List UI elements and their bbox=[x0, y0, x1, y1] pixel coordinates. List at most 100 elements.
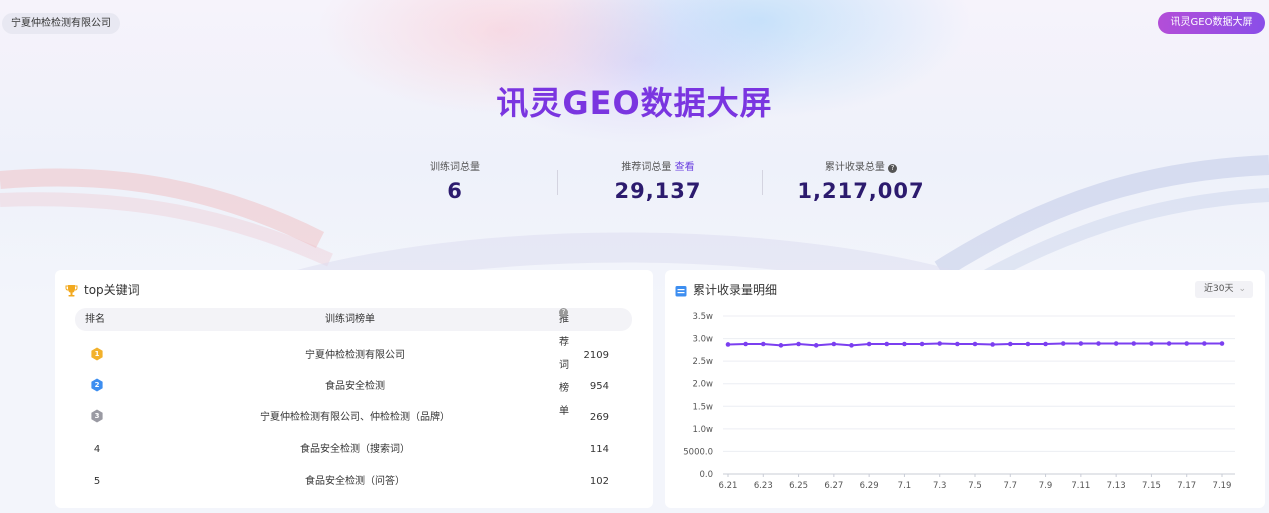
y-tick-label: 1.0w bbox=[693, 425, 714, 435]
col-rank: 排名 bbox=[85, 314, 105, 325]
stat-total-indexed: 累计收录总量 ? 1,217,007 bbox=[771, 161, 951, 203]
company-tag: 宁夏仲检检测有限公司 bbox=[2, 13, 120, 34]
trophy-icon bbox=[65, 285, 78, 297]
data-point bbox=[902, 341, 907, 347]
data-point bbox=[955, 341, 960, 347]
data-screen-button[interactable]: 讯灵GEO数据大屏 bbox=[1158, 12, 1265, 34]
y-tick-label: 5000.0 bbox=[683, 447, 713, 457]
page-title: 讯灵GEO数据大屏 bbox=[496, 84, 773, 122]
keyword-count: 102 bbox=[589, 476, 609, 487]
data-point bbox=[1219, 341, 1225, 346]
keyword-name: 食品安全检测（问答） bbox=[305, 476, 405, 487]
x-tick-label: 6.21 bbox=[719, 481, 738, 491]
data-point bbox=[778, 343, 784, 348]
data-point bbox=[972, 341, 978, 347]
stat-label-text: 累计收录总量 bbox=[824, 162, 885, 173]
stat-recommended-words: 推荐词总量 查看 29,137 bbox=[568, 161, 748, 203]
stat-label-text: 推荐词总量 bbox=[621, 162, 672, 173]
x-tick-label: 7.17 bbox=[1177, 481, 1196, 491]
table-row: 1 宁夏仲检检测有限公司 2109 bbox=[75, 340, 632, 371]
rank-cell: 1 bbox=[87, 340, 107, 371]
card-title: top关键词 bbox=[65, 282, 140, 298]
data-point bbox=[937, 341, 943, 346]
data-point bbox=[1078, 341, 1084, 346]
x-tick-label: 7.11 bbox=[1071, 481, 1090, 491]
data-point bbox=[813, 343, 819, 348]
table-row: 4 食品安全检测（搜索词） 114 bbox=[75, 434, 632, 465]
y-tick-label: 3.5w bbox=[693, 312, 714, 322]
data-point bbox=[1166, 341, 1172, 346]
rank-cell: 5 bbox=[93, 476, 101, 487]
indexed-detail-card: 累计收录量明细 近30天 ⌄ 0.0 5000.0 1.0w 1.5w 2.0w 2.5w… bbox=[665, 270, 1265, 508]
stat-training-words: 训练词总量 6 bbox=[365, 161, 545, 203]
help-icon[interactable]: ? bbox=[888, 164, 898, 173]
stat-divider bbox=[557, 170, 558, 195]
stat-label: 推荐词总量 查看 bbox=[568, 161, 748, 175]
x-tick-label: 6.29 bbox=[860, 481, 879, 491]
hero-background bbox=[0, 0, 1269, 300]
x-tick-label: 7.5 bbox=[968, 481, 982, 491]
keyword-name: 宁夏仲检检测有限公司 bbox=[305, 350, 405, 361]
rank-cell: 4 bbox=[93, 444, 101, 455]
gold-medal-icon: 1 bbox=[90, 347, 104, 361]
data-point bbox=[1096, 341, 1101, 346]
keyword-name: 食品安全检测（搜索词） bbox=[300, 444, 410, 455]
data-point bbox=[849, 343, 854, 348]
rank-cell: 3 bbox=[87, 402, 107, 433]
silver-medal-icon: 3 bbox=[90, 409, 104, 423]
data-point bbox=[1007, 341, 1013, 347]
x-tick-label: 7.3 bbox=[933, 481, 947, 491]
x-tick-label: 7.15 bbox=[1142, 481, 1161, 491]
help-icon[interactable]: ? bbox=[559, 308, 568, 317]
x-tick-label: 7.9 bbox=[1039, 481, 1053, 491]
keyword-count: 269 bbox=[589, 412, 609, 423]
data-point bbox=[1131, 341, 1137, 346]
y-tick-label: 1.5w bbox=[693, 402, 714, 412]
data-point bbox=[1060, 341, 1066, 346]
data-point bbox=[743, 341, 748, 347]
y-tick-label: 2.0w bbox=[693, 380, 714, 390]
data-point bbox=[990, 342, 995, 347]
keyword-count: 954 bbox=[589, 381, 609, 392]
data-point bbox=[831, 341, 837, 347]
keyword-count: 114 bbox=[589, 444, 609, 455]
stat-divider bbox=[762, 170, 763, 195]
data-point bbox=[796, 341, 801, 347]
top-keywords-card: top关键词 排名 训练词榜单 推荐词榜单 ? 1 宁夏仲检检测有限公司 210… bbox=[55, 270, 653, 508]
rank-cell: 2 bbox=[87, 371, 107, 402]
stat-value: 29,137 bbox=[614, 179, 702, 203]
stat-value: 1,217,007 bbox=[797, 179, 925, 203]
col-training: 训练词榜单 bbox=[325, 314, 375, 325]
x-tick-label: 6.25 bbox=[789, 481, 808, 491]
data-point bbox=[1202, 341, 1207, 346]
hero-waves-decoration bbox=[0, 155, 1269, 300]
data-point bbox=[1025, 341, 1031, 347]
y-tick-label: 3.0w bbox=[693, 335, 714, 345]
keyword-name: 宁夏仲检检测有限公司、仲检检测（品牌） bbox=[260, 412, 450, 423]
data-point bbox=[884, 341, 890, 347]
x-tick-label: 7.13 bbox=[1107, 481, 1126, 491]
y-tick-label: 2.5w bbox=[693, 357, 714, 367]
data-point bbox=[725, 342, 731, 347]
y-tick-label: 0.0 bbox=[699, 470, 713, 480]
view-link[interactable]: 查看 bbox=[675, 162, 695, 173]
x-tick-label: 7.1 bbox=[898, 481, 912, 491]
stat-label: 累计收录总量 ? bbox=[771, 161, 951, 175]
data-point bbox=[1043, 341, 1048, 347]
keyword-name: 食品安全检测 bbox=[325, 381, 385, 392]
keyword-count: 2109 bbox=[583, 350, 609, 361]
x-tick-label: 7.7 bbox=[1004, 481, 1018, 491]
card-title-text: top关键词 bbox=[84, 283, 140, 297]
stat-label: 训练词总量 bbox=[430, 162, 480, 173]
x-tick-label: 7.19 bbox=[1213, 481, 1232, 491]
x-tick-label: 6.23 bbox=[754, 481, 773, 491]
table-row: 3 宁夏仲检检测有限公司、仲检检测（品牌） 269 bbox=[75, 402, 632, 433]
indexed-line-chart: 0.0 5000.0 1.0w 1.5w 2.0w 2.5w 3.0w 3.5w 6.21 6.2… bbox=[683, 312, 1235, 491]
data-point bbox=[760, 341, 766, 347]
stat-value: 6 bbox=[447, 179, 463, 203]
data-point bbox=[1113, 341, 1119, 346]
data-point bbox=[1184, 341, 1190, 346]
x-tick-label: 6.27 bbox=[824, 481, 843, 491]
data-point bbox=[919, 341, 925, 347]
blue-medal-icon: 2 bbox=[90, 378, 104, 392]
